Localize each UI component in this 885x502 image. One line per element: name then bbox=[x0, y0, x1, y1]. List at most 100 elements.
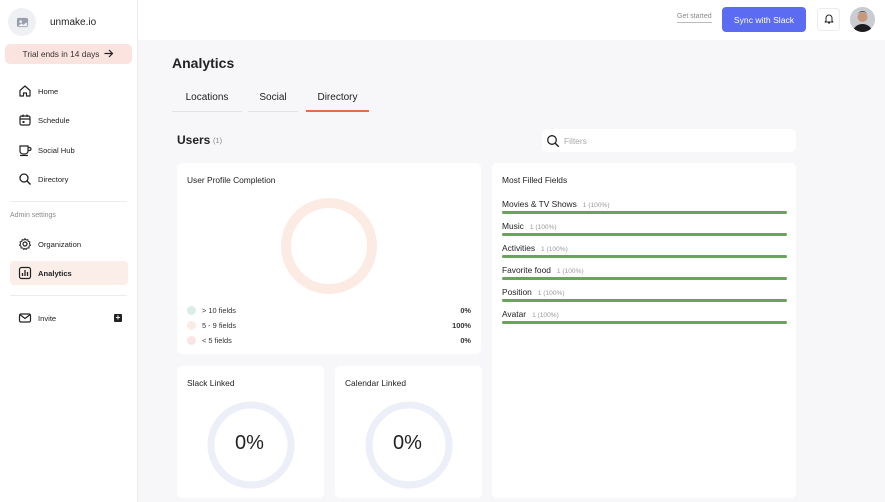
admin-settings-heading: Admin settings bbox=[10, 212, 56, 219]
field-row: Position 1 (100%) bbox=[502, 287, 787, 307]
legend-row: > 10 fields 0% bbox=[187, 304, 471, 316]
sidebar-item-organization[interactable]: Organization bbox=[10, 232, 128, 256]
field-label: Position bbox=[502, 287, 532, 297]
field-bar bbox=[502, 321, 787, 324]
sync-with-slack-button[interactable]: Sync with Slack bbox=[722, 7, 806, 32]
filter-box[interactable] bbox=[542, 129, 796, 152]
tab-social[interactable]: Social bbox=[248, 88, 298, 112]
sidebar-item-label: Analytics bbox=[38, 268, 72, 278]
tab-directory[interactable]: Directory bbox=[306, 88, 369, 112]
field-row: Avatar 1 (100%) bbox=[502, 309, 787, 329]
search-icon bbox=[17, 171, 33, 187]
tab-label: Locations bbox=[185, 92, 229, 103]
legend-swatch bbox=[187, 335, 196, 345]
plus-icon[interactable]: + bbox=[114, 314, 122, 322]
sidebar-item-label: Organization bbox=[38, 239, 82, 249]
home-icon bbox=[17, 83, 33, 99]
legend-label: 5 - 9 fields bbox=[202, 320, 237, 330]
field-bar-fill bbox=[502, 211, 787, 214]
legend-value: 0% bbox=[460, 335, 471, 345]
filter-input[interactable] bbox=[564, 135, 784, 146]
field-row: Music 1 (100%) bbox=[502, 221, 787, 241]
donut-ring bbox=[281, 198, 377, 294]
card-title: Calendar Linked bbox=[345, 378, 406, 388]
field-count: 1 (100%) bbox=[537, 290, 565, 297]
legend-label: < 5 fields bbox=[202, 335, 232, 345]
field-label: Activities bbox=[502, 243, 536, 253]
field-row: Movies & TV Shows 1 (100%) bbox=[502, 199, 787, 219]
brand-logo-icon bbox=[8, 8, 36, 36]
slack-linked-value: 0% bbox=[235, 432, 264, 454]
sidebar-item-analytics[interactable]: Analytics bbox=[10, 261, 128, 285]
gear-icon bbox=[17, 236, 33, 252]
calendar-icon bbox=[17, 112, 33, 128]
bar-chart-icon bbox=[17, 265, 33, 281]
trial-banner[interactable]: Trial ends in 14 days bbox=[5, 44, 132, 64]
topbar: Get started Sync with Slack bbox=[138, 0, 885, 40]
field-count: 1 (100%) bbox=[541, 246, 568, 253]
sidebar-item-invite[interactable]: Invite + bbox=[10, 306, 128, 330]
field-bar-fill bbox=[502, 255, 787, 258]
field-bar bbox=[502, 211, 787, 214]
sidebar-item-label: Schedule bbox=[38, 115, 70, 125]
mail-icon bbox=[17, 310, 33, 326]
sidebar-item-label: Directory bbox=[38, 174, 69, 184]
field-label: Favorite food bbox=[502, 265, 551, 275]
tab-label: Directory bbox=[317, 92, 358, 103]
legend-row: < 5 fields 0% bbox=[187, 334, 471, 346]
search-icon bbox=[546, 134, 560, 148]
brand[interactable]: unmake.io bbox=[8, 8, 96, 36]
users-count: (1) bbox=[213, 136, 223, 145]
sidebar-item-directory[interactable]: Directory bbox=[10, 167, 128, 191]
get-started-link[interactable]: Get started bbox=[677, 13, 712, 23]
field-bar-fill bbox=[502, 321, 787, 324]
field-count: 1 (100%) bbox=[529, 224, 557, 231]
users-heading: Users bbox=[177, 133, 211, 147]
brand-name: unmake.io bbox=[50, 16, 97, 28]
field-bar-fill bbox=[502, 277, 787, 280]
notifications-button[interactable] bbox=[817, 8, 840, 31]
most-filled-fields-card: Most Filled Fields Movies & TV Shows 1 (1… bbox=[492, 163, 796, 498]
calendar-linked-value: 0% bbox=[393, 432, 422, 454]
card-title: User Profile Completion bbox=[187, 175, 276, 185]
avatar[interactable] bbox=[850, 7, 875, 32]
arrow-right-icon bbox=[104, 49, 114, 60]
calendar-linked-card: Calendar Linked 0% bbox=[335, 366, 482, 498]
field-bar bbox=[502, 277, 787, 280]
field-bar-fill bbox=[502, 233, 787, 236]
sidebar-item-home[interactable]: Home bbox=[10, 79, 128, 103]
field-bar bbox=[502, 299, 787, 302]
sidebar-item-schedule[interactable]: Schedule bbox=[10, 108, 128, 132]
profile-completion-donut bbox=[281, 198, 377, 294]
profile-completion-card: User Profile Completion > 10 fields 0% 5… bbox=[177, 163, 481, 354]
field-count: 1 (100%) bbox=[532, 312, 559, 319]
legend-row: 5 - 9 fields 100% bbox=[187, 319, 471, 331]
legend-value: 100% bbox=[452, 320, 471, 330]
legend-label: > 10 fields bbox=[202, 305, 236, 315]
legend-swatch bbox=[187, 320, 196, 330]
legend-value: 0% bbox=[460, 305, 471, 315]
field-bar bbox=[502, 255, 787, 258]
sidebar-item-label: Invite bbox=[38, 313, 57, 323]
field-bar-fill bbox=[502, 299, 787, 302]
sidebar-divider bbox=[10, 201, 127, 202]
sidebar-divider bbox=[10, 295, 127, 296]
sidebar-item-social-hub[interactable]: Social Hub bbox=[10, 138, 128, 162]
field-count: 1 (100%) bbox=[582, 202, 610, 209]
sidebar: unmake.io Trial ends in 14 days Home Sch… bbox=[0, 0, 138, 502]
legend-swatch bbox=[187, 305, 196, 315]
card-title: Most Filled Fields bbox=[502, 175, 568, 185]
sidebar-item-label: Home bbox=[38, 86, 59, 96]
field-count: 1 (100%) bbox=[556, 268, 584, 275]
tab-locations[interactable]: Locations bbox=[172, 88, 242, 112]
sidebar-item-label: Social Hub bbox=[38, 145, 75, 155]
field-bar bbox=[502, 233, 787, 236]
field-row: Activities 1 (100%) bbox=[502, 243, 787, 263]
coffee-cup-icon bbox=[17, 142, 33, 158]
page-title: Analytics bbox=[172, 55, 235, 71]
field-row: Favorite food 1 (100%) bbox=[502, 265, 787, 285]
tab-label: Social bbox=[259, 92, 287, 103]
field-label: Avatar bbox=[502, 309, 527, 319]
field-label: Movies & TV Shows bbox=[502, 199, 577, 209]
bell-icon bbox=[824, 11, 834, 29]
